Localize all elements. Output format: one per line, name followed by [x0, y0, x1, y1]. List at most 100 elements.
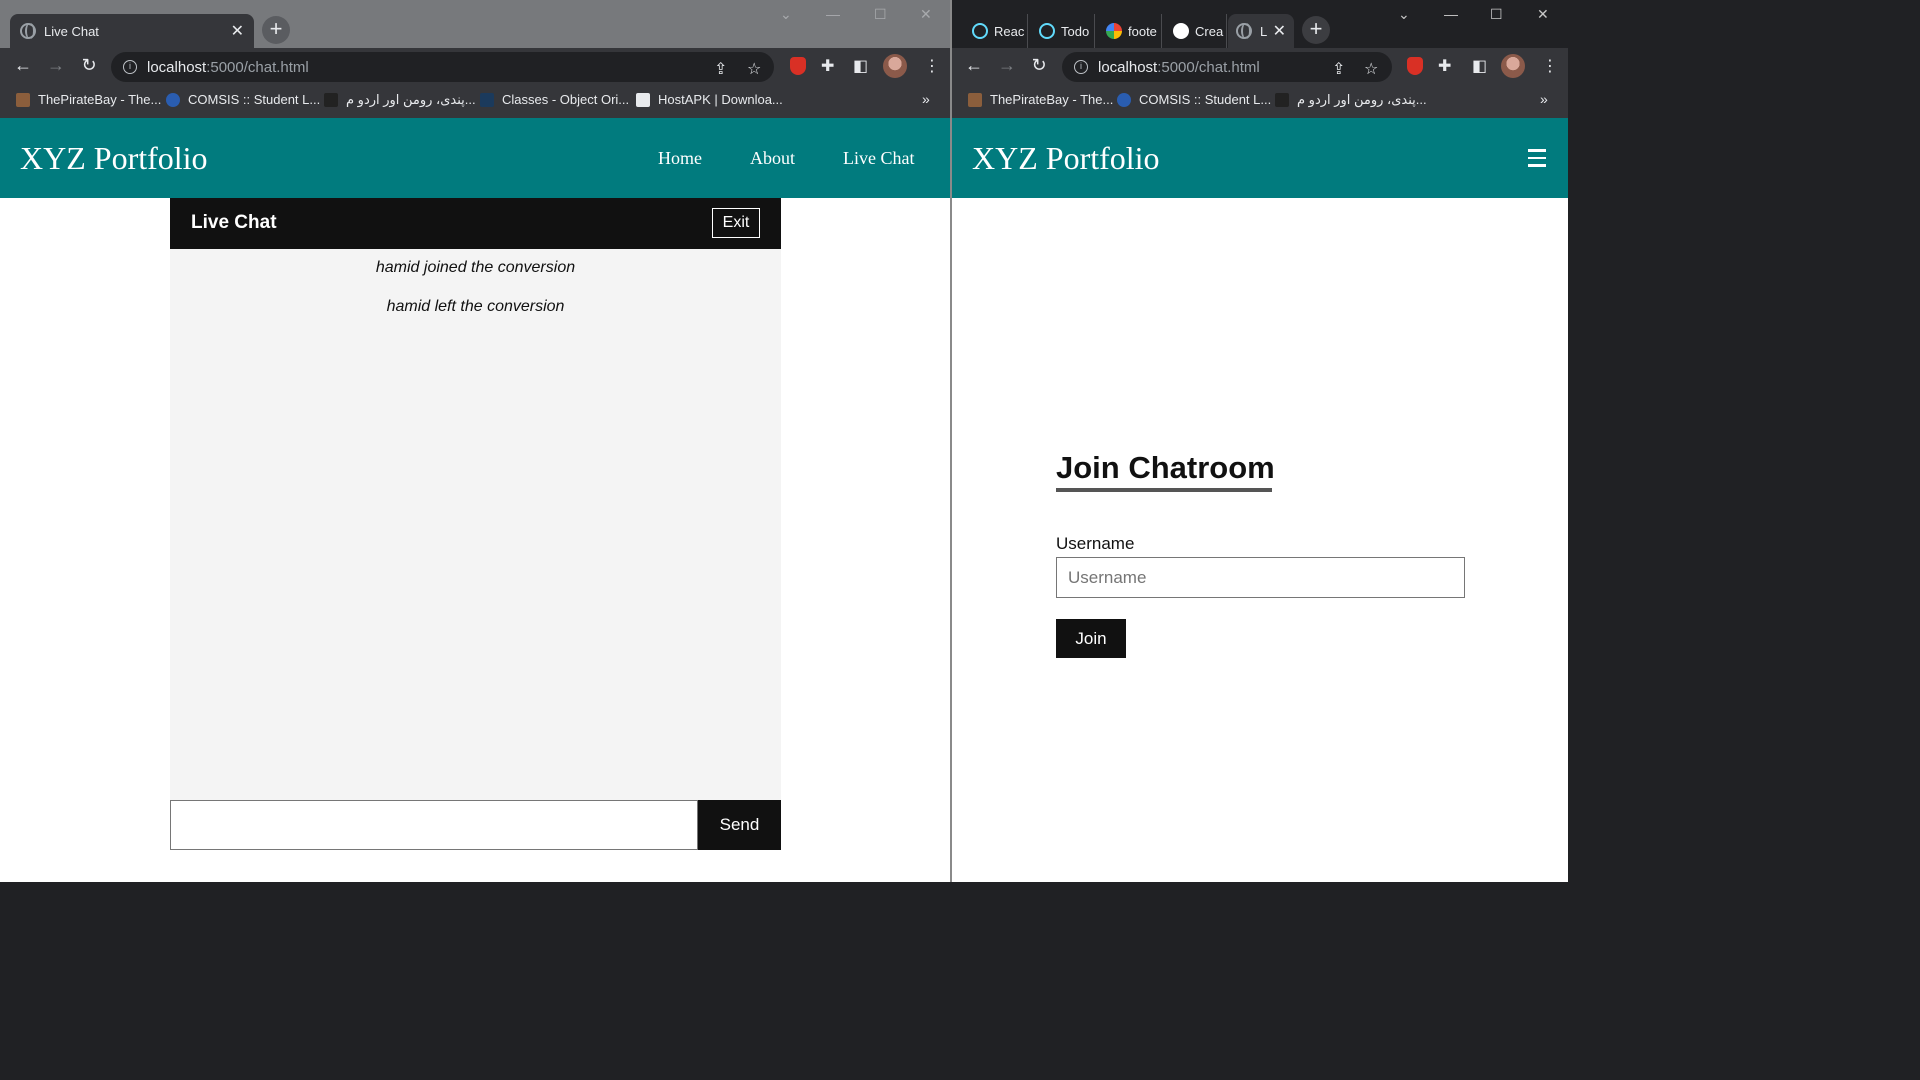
bookmark-item[interactable]: COMSIS :: Student L...	[166, 92, 320, 107]
close-tab-icon[interactable]: ✕	[1273, 21, 1286, 41]
comsis-icon	[1117, 92, 1131, 107]
share-icon[interactable]: ⇪	[1332, 59, 1345, 79]
bookmarks-overflow-icon[interactable]: »	[1540, 91, 1548, 107]
maximize-icon[interactable]: ☐	[874, 6, 887, 23]
browser-window-left: Live Chat ✕ + ⌄ — ☐ ✕ ← → ↻ i localhost:…	[0, 0, 950, 882]
bookmark-star-icon[interactable]: ☆	[1364, 59, 1378, 79]
side-panel-icon[interactable]: ◧	[853, 56, 868, 76]
tab-search-icon[interactable]: ⌄	[780, 6, 792, 23]
side-panel-icon[interactable]: ◧	[1472, 56, 1487, 76]
browser-toolbar: ← → ↻ i localhost:5000/chat.html ⇪ ☆ ✚ ◧…	[0, 48, 950, 86]
chat-message: hamid left the conversion	[386, 298, 565, 315]
send-button[interactable]: Send	[698, 800, 781, 850]
new-tab-button[interactable]: +	[1302, 16, 1330, 44]
menu-kebab-icon[interactable]: ⋮	[1542, 56, 1558, 76]
tab-github[interactable]: Crea	[1163, 14, 1227, 48]
forward-icon[interactable]: →	[44, 55, 68, 76]
username-label: Username	[1056, 534, 1135, 553]
new-tab-button[interactable]: +	[262, 16, 290, 44]
menu-kebab-icon[interactable]: ⋮	[924, 56, 940, 76]
nav-home-link[interactable]: Home	[658, 148, 702, 169]
piratebay-icon	[16, 92, 30, 107]
site-navbar: XYZ Portfolio Home About Live Chat	[0, 118, 950, 198]
globe-icon	[20, 23, 36, 39]
chat-message: hamid joined the conversion	[375, 259, 576, 276]
extensions-puzzle-icon[interactable]: ✚	[821, 56, 834, 76]
profile-avatar[interactable]	[883, 54, 907, 78]
adblock-extension-icon[interactable]	[790, 57, 806, 75]
bookmark-item[interactable]: Classes - Object Ori...	[480, 92, 629, 107]
hamburger-menu-icon[interactable]	[1528, 149, 1546, 167]
close-window-icon[interactable]: ✕	[1537, 6, 1549, 23]
page-viewport: XYZ Portfolio Home About Live Chat Live …	[0, 118, 950, 882]
bookmark-star-icon[interactable]: ☆	[747, 59, 761, 79]
back-icon[interactable]: ←	[962, 55, 986, 76]
minimize-icon[interactable]: —	[826, 6, 840, 22]
browser-window-right: Reac Todo foote Crea L ✕ + ⌄ — ☐ ✕ ← → ↻…	[952, 0, 1568, 882]
browser-toolbar: ← → ↻ i localhost:5000/chat.html ⇪ ☆ ✚ ◧…	[952, 48, 1568, 86]
nav-live-chat-link[interactable]: Live Chat	[843, 148, 914, 169]
bookmark-item[interactable]: ThePirateBay - The...	[16, 92, 161, 107]
title-underline	[1056, 488, 1272, 492]
share-icon[interactable]: ⇪	[714, 59, 727, 79]
tab-strip: Live Chat ✕ + ⌄ — ☐ ✕	[0, 0, 950, 48]
close-tab-icon[interactable]: ✕	[231, 21, 244, 41]
profile-avatar[interactable]	[1501, 54, 1525, 78]
chat-panel: Live Chat Exit hamid joined the conversi…	[170, 198, 781, 882]
site-info-icon[interactable]: i	[1074, 60, 1088, 74]
chat-title: Live Chat	[191, 212, 277, 233]
forward-icon[interactable]: →	[995, 55, 1019, 76]
username-input[interactable]: Username	[1056, 557, 1465, 598]
react-icon	[972, 23, 988, 39]
site-brand[interactable]: XYZ Portfolio	[20, 140, 208, 177]
back-icon[interactable]: ←	[11, 55, 35, 76]
address-bar[interactable]: i localhost:5000/chat.html ⇪ ☆	[1062, 52, 1392, 82]
globe-icon	[1236, 23, 1252, 39]
chat-footer	[170, 850, 781, 882]
bookmarks-bar: ThePirateBay - The... COMSIS :: Student …	[952, 86, 1568, 118]
join-button[interactable]: Join	[1056, 619, 1126, 658]
message-input[interactable]	[170, 800, 698, 850]
reload-icon[interactable]: ↻	[1027, 55, 1051, 76]
bookmarks-bar: ThePirateBay - The... COMSIS :: Student …	[0, 86, 950, 118]
bookmark-item[interactable]: HostAPK | Downloa...	[636, 92, 783, 107]
exit-button[interactable]: Exit	[712, 208, 760, 238]
tab-todo[interactable]: Todo	[1029, 14, 1095, 48]
minimize-icon[interactable]: —	[1444, 6, 1458, 22]
bookmark-item[interactable]: ThePirateBay - The...	[968, 92, 1113, 107]
url-path: :5000/chat.html	[1157, 58, 1260, 76]
piratebay-icon	[968, 92, 982, 107]
close-window-icon[interactable]: ✕	[920, 6, 932, 23]
extensions-puzzle-icon[interactable]: ✚	[1438, 56, 1451, 76]
classes-icon	[480, 92, 494, 107]
chat-header: Live Chat Exit	[170, 198, 781, 249]
tab-react[interactable]: Reac	[962, 14, 1028, 48]
urdu-site-icon	[324, 93, 338, 107]
bookmark-item[interactable]: پندی، رومن اور اردو م...	[1275, 92, 1427, 108]
google-icon	[1106, 23, 1122, 39]
adblock-extension-icon[interactable]	[1407, 57, 1423, 75]
join-title: Join Chatroom	[1056, 450, 1275, 485]
address-bar[interactable]: i localhost:5000/chat.html ⇪ ☆	[111, 52, 774, 82]
url-host: localhost	[147, 58, 207, 76]
tab-footer-search[interactable]: foote	[1096, 14, 1162, 48]
maximize-icon[interactable]: ☐	[1490, 6, 1503, 23]
site-navbar: XYZ Portfolio	[952, 118, 1568, 198]
tab-live-chat[interactable]: Live Chat ✕	[10, 14, 254, 48]
tab-strip: Reac Todo foote Crea L ✕ + ⌄ — ☐ ✕	[952, 0, 1568, 48]
bookmark-item[interactable]: COMSIS :: Student L...	[1117, 92, 1271, 107]
nav-about-link[interactable]: About	[750, 148, 795, 169]
url-path: :5000/chat.html	[206, 58, 309, 76]
tab-search-icon[interactable]: ⌄	[1398, 6, 1410, 23]
urdu-site-icon	[1275, 93, 1289, 107]
tab-live-chat-active[interactable]: L ✕	[1228, 14, 1294, 48]
bookmarks-overflow-icon[interactable]: »	[922, 91, 930, 107]
reload-icon[interactable]: ↻	[77, 55, 101, 76]
react-icon	[1039, 23, 1055, 39]
url-host: localhost	[1098, 58, 1158, 76]
comsis-icon	[166, 92, 180, 107]
site-brand[interactable]: XYZ Portfolio	[972, 140, 1160, 177]
site-info-icon[interactable]: i	[123, 60, 137, 74]
hostapk-icon	[636, 92, 650, 107]
bookmark-item[interactable]: پندی، رومن اور اردو م...	[324, 92, 476, 108]
